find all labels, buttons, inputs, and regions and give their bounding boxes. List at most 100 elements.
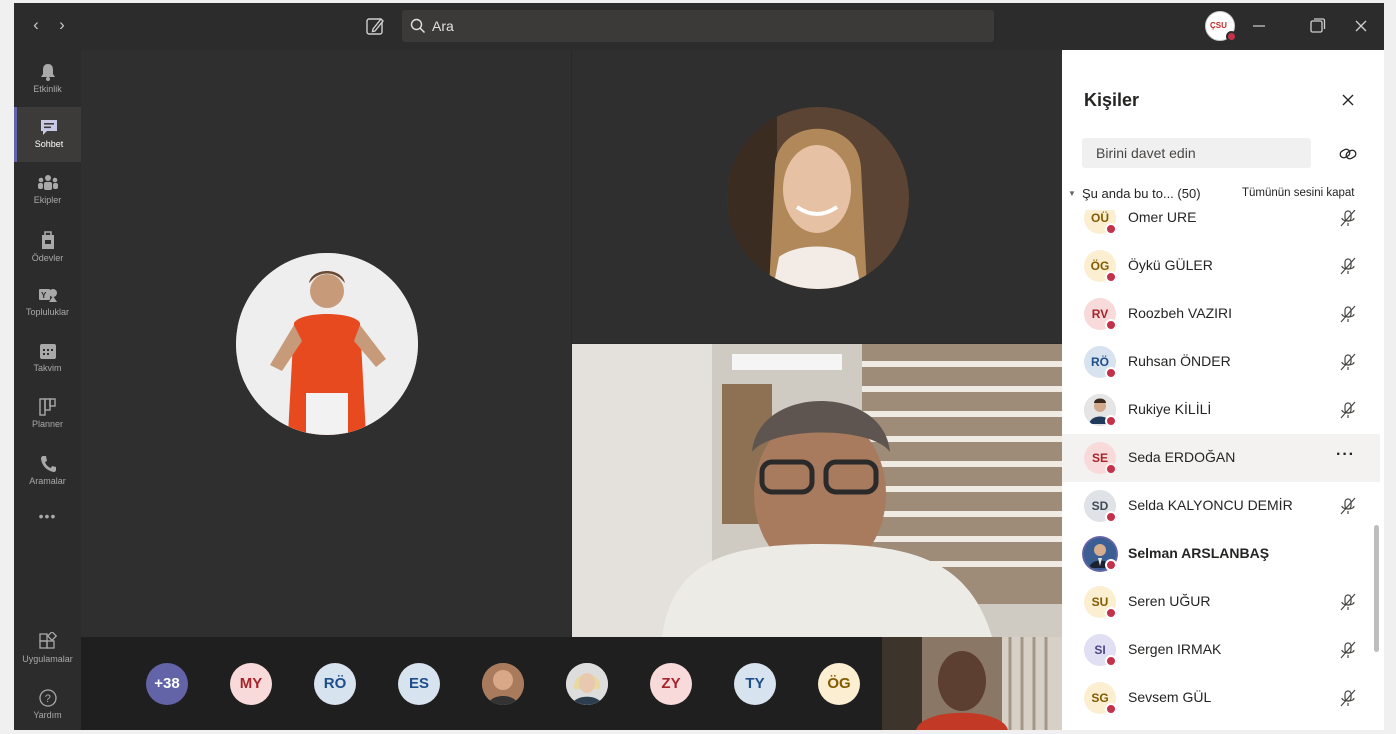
chat-icon — [41, 120, 57, 135]
window-border — [0, 0, 14, 734]
status-badge — [1105, 655, 1117, 667]
list-item[interactable]: SU Seren UĞUR — [1062, 578, 1380, 626]
participant-chip[interactable]: ZY — [650, 663, 692, 705]
rail-label: Planner — [31, 419, 64, 429]
avatar: SU — [1084, 586, 1117, 619]
maximize-icon[interactable] — [1304, 13, 1330, 39]
person-photo — [236, 253, 418, 435]
status-badge — [1105, 607, 1117, 619]
avatar-initials: SG — [1091, 691, 1109, 705]
rail-item-chat[interactable]: Sohbet — [14, 107, 81, 162]
list-item[interactable]: Selman ARSLANBAŞ — [1062, 530, 1380, 578]
scrollbar[interactable] — [1374, 525, 1379, 652]
mic-off-icon[interactable] — [1338, 592, 1358, 612]
mic-off-icon[interactable] — [1338, 256, 1358, 276]
more-options-button[interactable]: ··· — [1336, 446, 1355, 464]
participant-tile[interactable] — [81, 50, 571, 637]
avatar-initials: RÖ — [1091, 355, 1109, 369]
list-item[interactable]: ÖG Öykü GÜLER — [1062, 242, 1380, 290]
list-item[interactable]: SI Sergen IRMAK — [1062, 626, 1380, 674]
back-icon[interactable]: ‹ — [26, 15, 46, 35]
list-item[interactable]: RV Roozbeh VAZIRI — [1062, 290, 1380, 338]
search-box[interactable]: Ara — [402, 10, 994, 42]
people-panel: Kişiler ▼ Şu anda bu to... (50) Tümünün … — [1062, 50, 1384, 730]
search-input[interactable]: Ara — [432, 18, 454, 34]
rail-item-help[interactable]: ? Yardım — [14, 678, 81, 733]
participant-video[interactable] — [572, 344, 1062, 637]
status-badge — [1105, 415, 1117, 427]
close-icon[interactable] — [1348, 13, 1374, 39]
close-icon[interactable] — [1338, 90, 1358, 110]
mute-all-button[interactable]: Tümünün sesini kapat — [1242, 187, 1355, 199]
rail-item-assignments[interactable]: Ödevler — [14, 219, 81, 274]
planner-icon — [38, 398, 56, 416]
invite-input[interactable] — [1082, 138, 1311, 168]
avatar-initials: SU — [1091, 595, 1109, 609]
mic-off-icon[interactable] — [1338, 352, 1358, 372]
mic-off-icon[interactable] — [1338, 304, 1358, 324]
avatar-initials: OÜ — [1091, 211, 1109, 225]
avatar-initials: RV — [1091, 307, 1109, 321]
mic-off-icon[interactable] — [1338, 400, 1358, 420]
avatar: ÖG — [1084, 250, 1117, 283]
participant-chip[interactable]: TY — [734, 663, 776, 705]
mic-off-icon[interactable] — [1338, 496, 1358, 516]
list-item[interactable]: SG Sevsem GÜL — [1062, 674, 1380, 722]
avatar-initials: SD — [1091, 499, 1109, 513]
more-participants-button[interactable]: +38 — [146, 663, 188, 705]
participant-chip[interactable] — [566, 663, 608, 705]
participant-list: OÜ Omer URE ÖG Öykü GÜLER RV Roozbeh VAZ… — [1062, 210, 1384, 730]
participant-tile[interactable] — [572, 50, 1062, 343]
avatar[interactable]: ÇSU — [1205, 11, 1237, 42]
participant-name: Selda KALYONCU DEMİR — [1128, 497, 1293, 513]
section-header[interactable]: ▼ Şu anda bu to... (50) Tümünün sesini k… — [1068, 186, 1378, 204]
rail-item-planner[interactable]: Planner — [14, 387, 81, 442]
avatar: SD — [1084, 490, 1117, 523]
list-item[interactable]: Rukiye KİLİLİ — [1062, 386, 1380, 434]
participant-chip[interactable]: ÖG — [818, 663, 860, 705]
forward-icon[interactable]: › — [52, 15, 72, 35]
self-video-preview[interactable] — [882, 637, 1062, 730]
participant-name: Seda ERDOĞAN — [1128, 449, 1236, 465]
more-apps-button[interactable]: ••• — [14, 508, 81, 538]
video-feed — [882, 637, 1062, 730]
minimize-icon[interactable] — [1246, 13, 1272, 39]
rail-label: Uygulamalar — [22, 654, 73, 664]
list-item[interactable]: RÖ Ruhsan ÖNDER — [1062, 338, 1380, 386]
participant-chip[interactable]: ES — [398, 663, 440, 705]
rail-item-teams[interactable]: Ekipler — [14, 163, 81, 218]
participant-name: Omer URE — [1128, 210, 1197, 225]
rail-label: Etkinlik — [33, 84, 62, 94]
rail-item-calendar[interactable]: Takvim — [14, 331, 81, 386]
participant-avatar — [727, 107, 909, 289]
avatar-initials: SE — [1091, 451, 1108, 465]
participant-name: Rukiye KİLİLİ — [1128, 401, 1212, 417]
rail-item-communities[interactable]: Y Topluluklar — [14, 275, 81, 330]
participant-avatar — [236, 253, 418, 435]
compose-icon[interactable] — [364, 15, 386, 37]
rail-item-calls[interactable]: Aramalar — [14, 444, 81, 499]
rail-label: Takvim — [33, 363, 62, 373]
avatar-initials: SI — [1094, 643, 1106, 657]
participant-chip[interactable] — [482, 663, 524, 705]
participant-chip[interactable]: RÖ — [314, 663, 356, 705]
list-item[interactable]: OÜ Omer URE — [1062, 210, 1380, 242]
rail-label: Topluluklar — [25, 307, 70, 317]
app-rail: Etkinlik Sohbet Ekipler Ödevler Y Toplul… — [14, 50, 81, 730]
communities-icon: Y — [38, 289, 57, 302]
mic-off-icon[interactable] — [1338, 210, 1358, 228]
person-photo — [482, 663, 524, 705]
mic-off-icon[interactable] — [1338, 640, 1358, 660]
rail-item-activity[interactable]: Etkinlik — [14, 52, 81, 107]
share-link-icon[interactable] — [1338, 144, 1358, 164]
rail-item-apps[interactable]: Uygulamalar — [14, 622, 81, 677]
list-item[interactable]: SD Selda KALYONCU DEMİR — [1062, 482, 1380, 530]
participant-strip: +38 MY RÖ ES ZY TY ÖG — [81, 637, 1062, 730]
status-badge — [1105, 703, 1117, 715]
participant-chip[interactable]: MY — [230, 663, 272, 705]
list-item[interactable]: SE Seda ERDOĞAN ··· — [1062, 434, 1380, 482]
svg-text:?: ? — [44, 693, 50, 705]
chevron-down-icon: ▼ — [1068, 189, 1076, 198]
mic-off-icon[interactable] — [1338, 688, 1358, 708]
profile-logo: ÇSU — [1210, 21, 1227, 30]
